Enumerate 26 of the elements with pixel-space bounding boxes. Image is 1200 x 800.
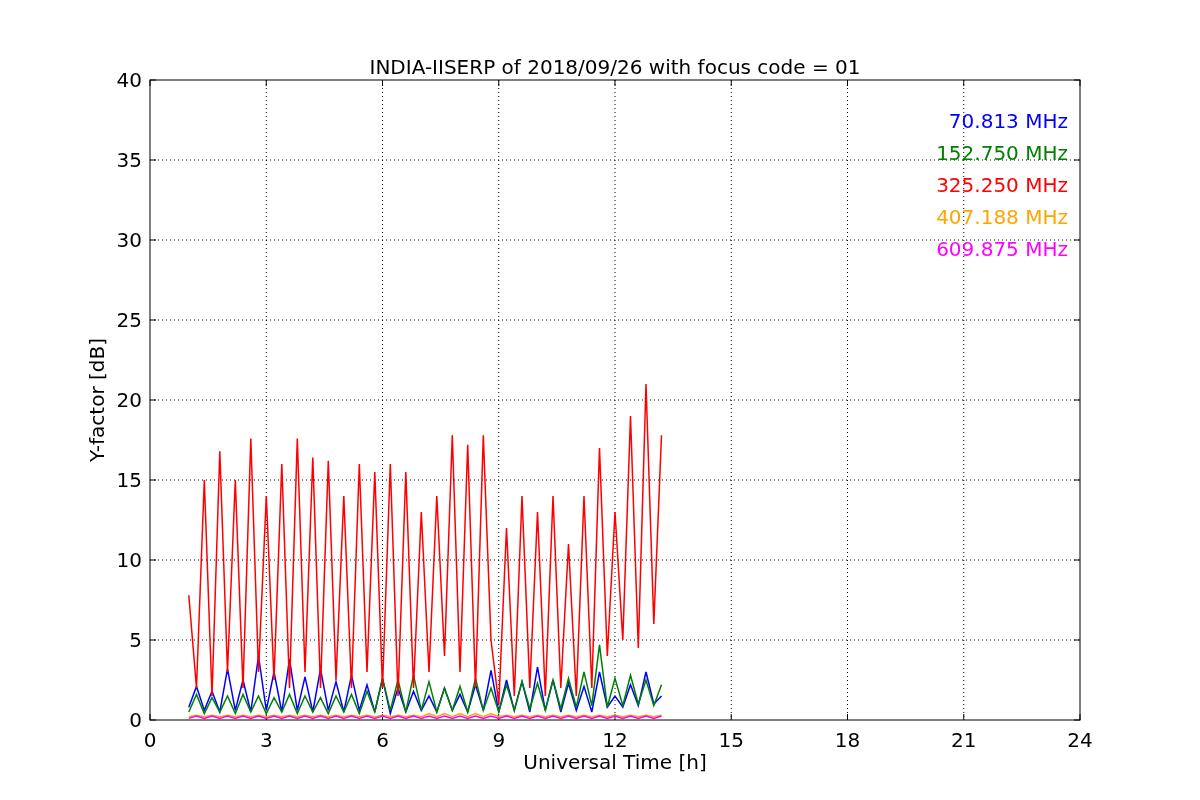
legend-label: 70.813 MHz <box>948 109 1068 133</box>
y-tick-label: 35 <box>116 148 142 172</box>
y-tick-label: 30 <box>116 228 142 252</box>
legend-label: 609.875 MHz <box>936 237 1068 261</box>
y-tick-label: 25 <box>116 308 142 332</box>
x-tick-label: 12 <box>602 728 628 752</box>
y-tick-label: 20 <box>116 388 142 412</box>
x-tick-label: 9 <box>492 728 506 752</box>
y-tick-label: 5 <box>129 628 142 652</box>
x-tick-label: 24 <box>1067 728 1093 752</box>
legend-label: 407.188 MHz <box>936 205 1068 229</box>
y-tick-label: 0 <box>129 708 142 732</box>
x-tick-label: 3 <box>259 728 273 752</box>
y-axis-label: Y-factor [dB] <box>85 338 109 462</box>
x-tick-label: 21 <box>951 728 977 752</box>
chart-title: INDIA-IISERP of 2018/09/26 with focus code = 01 <box>369 55 861 79</box>
y-tick-label: 15 <box>116 468 142 492</box>
legend-label: 325.250 MHz <box>936 173 1068 197</box>
x-tick-label: 18 <box>834 728 861 752</box>
x-tick-label: 6 <box>376 728 389 752</box>
y-tick-label: 10 <box>116 548 142 572</box>
legend-label: 152.750 MHz <box>936 141 1068 165</box>
x-tick-label: 15 <box>718 728 744 752</box>
y-tick-label: 40 <box>116 68 142 92</box>
x-tick-label: 0 <box>143 728 157 752</box>
x-axis-label: Universal Time [h] <box>523 750 707 774</box>
